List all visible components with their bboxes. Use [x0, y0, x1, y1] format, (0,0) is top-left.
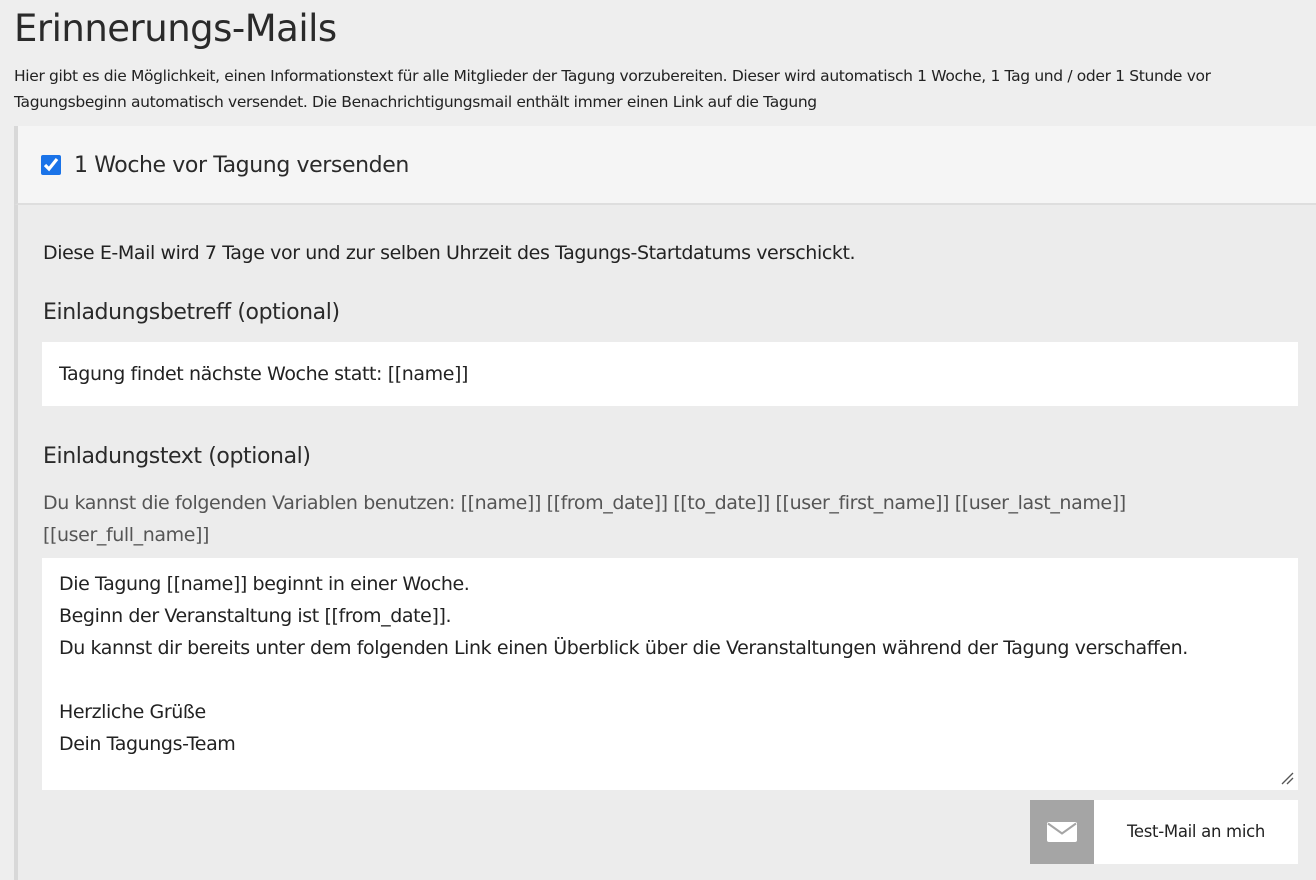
- body-textarea[interactable]: Die Tagung [[name]] beginnt in einer Woc…: [42, 558, 1298, 790]
- envelope-icon: [1047, 822, 1077, 842]
- variables-hint: Du kannst die folgenden Variablen benutz…: [43, 492, 1126, 546]
- page-intro: Hier gibt es die Möglichkeit, einen Info…: [14, 67, 1211, 111]
- reminder-panel-body: Diese E-Mail wird 7 Tage vor und zur sel…: [14, 205, 1316, 880]
- page-title: Erinnerungs-Mails: [14, 7, 337, 50]
- reminder-panel-header[interactable]: 1 Woche vor Tagung versenden: [14, 126, 1316, 205]
- subject-label: Einladungsbetreff (optional): [43, 300, 340, 325]
- reminder-enabled-checkbox[interactable]: [41, 155, 61, 175]
- textarea-resize-handle-icon[interactable]: [1280, 771, 1294, 785]
- reminder-enabled-label[interactable]: 1 Woche vor Tagung versenden: [74, 151, 409, 181]
- schedule-info-text: Diese E-Mail wird 7 Tage vor und zur sel…: [43, 242, 856, 264]
- test-mail-label: Test-Mail an mich: [1126, 822, 1266, 841]
- test-mail-icon-box: [1030, 800, 1094, 864]
- test-mail-button[interactable]: Test-Mail an mich: [1030, 800, 1298, 864]
- subject-input[interactable]: [42, 342, 1298, 406]
- reminder-panel-1-week: 1 Woche vor Tagung versenden Diese E-Mai…: [14, 126, 1316, 880]
- body-text-label: Einladungstext (optional): [43, 444, 311, 469]
